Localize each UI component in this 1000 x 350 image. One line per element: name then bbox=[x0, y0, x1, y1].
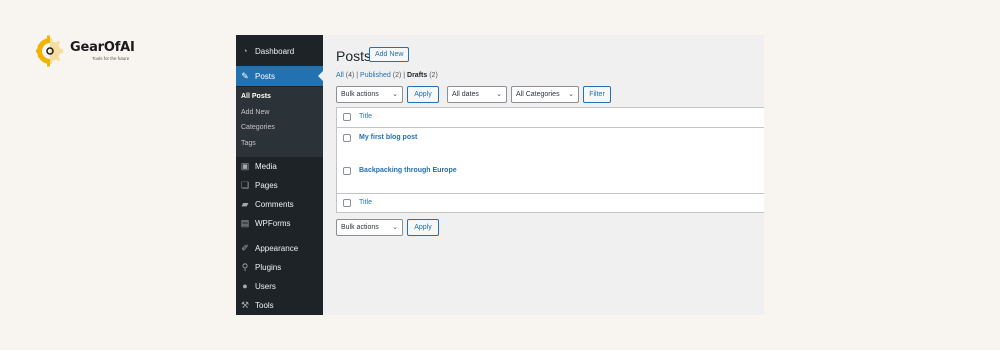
chevron-down-icon: ⌄ bbox=[496, 91, 502, 98]
filter-published-link[interactable]: Published (2) bbox=[360, 72, 401, 79]
sidebar-item-wpforms[interactable]: ▤ WPForms bbox=[236, 213, 323, 233]
filter-all-link[interactable]: All (4) bbox=[336, 72, 354, 79]
sidebar-item-label: Dashboard bbox=[255, 46, 295, 56]
sidebar-item-label: Appearance bbox=[255, 243, 299, 253]
sidebar-item-appearance[interactable]: ✐ Appearance bbox=[236, 238, 323, 258]
sidebar-item-pages[interactable]: ❏ Pages bbox=[236, 175, 323, 195]
posts-main: Posts Add New All (4) | Published (2) | … bbox=[336, 35, 764, 315]
filter-button[interactable]: Filter bbox=[583, 86, 611, 103]
select-all-checkbox[interactable] bbox=[343, 199, 351, 207]
media-icon: ▣ bbox=[240, 161, 250, 171]
posts-submenu: All Posts Add New Categories Tags bbox=[236, 87, 323, 157]
filter-drafts-link[interactable]: Drafts (2) bbox=[407, 72, 438, 79]
sidebar-item-users[interactable]: ● Users bbox=[236, 276, 323, 296]
bulk-actions-select-bottom[interactable]: Bulk actions ⌄ bbox=[336, 219, 403, 236]
sidebar-item-plugins[interactable]: ⚲ Plugins bbox=[236, 257, 323, 277]
sidebar-item-comments[interactable]: ▰ Comments bbox=[236, 194, 323, 214]
page-title: Posts bbox=[336, 48, 372, 64]
post-title-link[interactable]: My first blog post bbox=[359, 134, 417, 141]
row-checkbox[interactable] bbox=[343, 134, 351, 142]
bulk-actions-value: Bulk actions bbox=[341, 91, 379, 98]
gear-logo-icon bbox=[36, 35, 63, 67]
row-checkbox[interactable] bbox=[343, 167, 351, 175]
sidebar-item-label: Posts bbox=[255, 71, 276, 81]
comments-icon: ▰ bbox=[241, 199, 249, 209]
bulk-actions-value: Bulk actions bbox=[341, 224, 379, 231]
sidebar-item-label: Pages bbox=[255, 180, 278, 190]
chevron-down-icon: ⌄ bbox=[392, 91, 398, 98]
category-filter-value: All Categories bbox=[516, 91, 560, 98]
separator: | bbox=[403, 72, 406, 79]
sidebar-item-tools[interactable]: ⚒ Tools bbox=[236, 295, 323, 315]
dashboard-icon: ◔ bbox=[242, 46, 248, 56]
title-column-footer[interactable]: Title bbox=[359, 199, 372, 206]
brand-tagline: Tools for the future bbox=[92, 56, 130, 61]
sidebar-item-dashboard[interactable]: ◔ Dashboard bbox=[236, 41, 323, 61]
apply-button-bottom[interactable]: Apply bbox=[407, 219, 439, 236]
table-footer-row: Title bbox=[337, 194, 764, 213]
post-status-filters: All (4) | Published (2) | Drafts (2) bbox=[336, 72, 438, 79]
title-column-header[interactable]: Title bbox=[359, 113, 372, 120]
sidebar-item-posts[interactable]: ✎ Posts bbox=[236, 66, 323, 86]
paintbrush-icon: ✐ bbox=[241, 243, 249, 253]
sidebar-item-label: Media bbox=[255, 161, 277, 171]
table-header-row: Title bbox=[337, 108, 764, 127]
wpforms-icon: ▤ bbox=[240, 218, 250, 228]
sidebar-item-label: Users bbox=[255, 281, 276, 291]
select-all-checkbox[interactable] bbox=[343, 113, 351, 121]
sidebar-item-label: Tools bbox=[255, 300, 274, 310]
chevron-down-icon: ⌄ bbox=[392, 224, 398, 231]
sidebar-item-label: Comments bbox=[255, 199, 294, 209]
bulk-actions-select[interactable]: Bulk actions ⌄ bbox=[336, 86, 403, 103]
sidebar-item-media[interactable]: ▣ Media bbox=[236, 156, 323, 176]
date-filter-value: All dates bbox=[452, 91, 479, 98]
pages-icon: ❏ bbox=[240, 180, 250, 190]
submenu-add-new[interactable]: Add New bbox=[241, 109, 269, 116]
chevron-down-icon: ⌄ bbox=[568, 91, 574, 98]
submenu-categories[interactable]: Categories bbox=[241, 124, 275, 131]
category-filter-select[interactable]: All Categories ⌄ bbox=[511, 86, 579, 103]
sidebar-item-label: WPForms bbox=[255, 218, 291, 228]
gearofai-logo: GearOfAI Tools for the future bbox=[34, 35, 135, 67]
add-new-button[interactable]: Add New bbox=[369, 47, 410, 62]
posts-table: Title My first blog post Backpacking thr… bbox=[336, 107, 764, 213]
submenu-tags[interactable]: Tags bbox=[241, 140, 256, 147]
wp-admin-window: ◔ Dashboard ✎ Posts All Posts Add New Ca… bbox=[236, 35, 764, 315]
users-icon: ● bbox=[242, 281, 248, 291]
separator: | bbox=[356, 72, 359, 79]
plugins-icon: ⚲ bbox=[241, 262, 249, 272]
apply-button[interactable]: Apply bbox=[407, 86, 439, 103]
pushpin-icon: ✎ bbox=[241, 71, 249, 81]
date-filter-select[interactable]: All dates ⌄ bbox=[447, 86, 507, 103]
submenu-all-posts[interactable]: All Posts bbox=[241, 93, 271, 100]
table-row: Backpacking through Europe bbox=[337, 161, 764, 194]
post-title-link[interactable]: Backpacking through Europe bbox=[359, 167, 457, 174]
brand-name: GearOfAI bbox=[70, 40, 135, 55]
admin-sidebar: ◔ Dashboard ✎ Posts All Posts Add New Ca… bbox=[236, 35, 323, 315]
wrench-icon: ⚒ bbox=[240, 300, 250, 310]
sidebar-item-label: Plugins bbox=[255, 262, 282, 272]
table-row: My first blog post bbox=[337, 128, 764, 161]
